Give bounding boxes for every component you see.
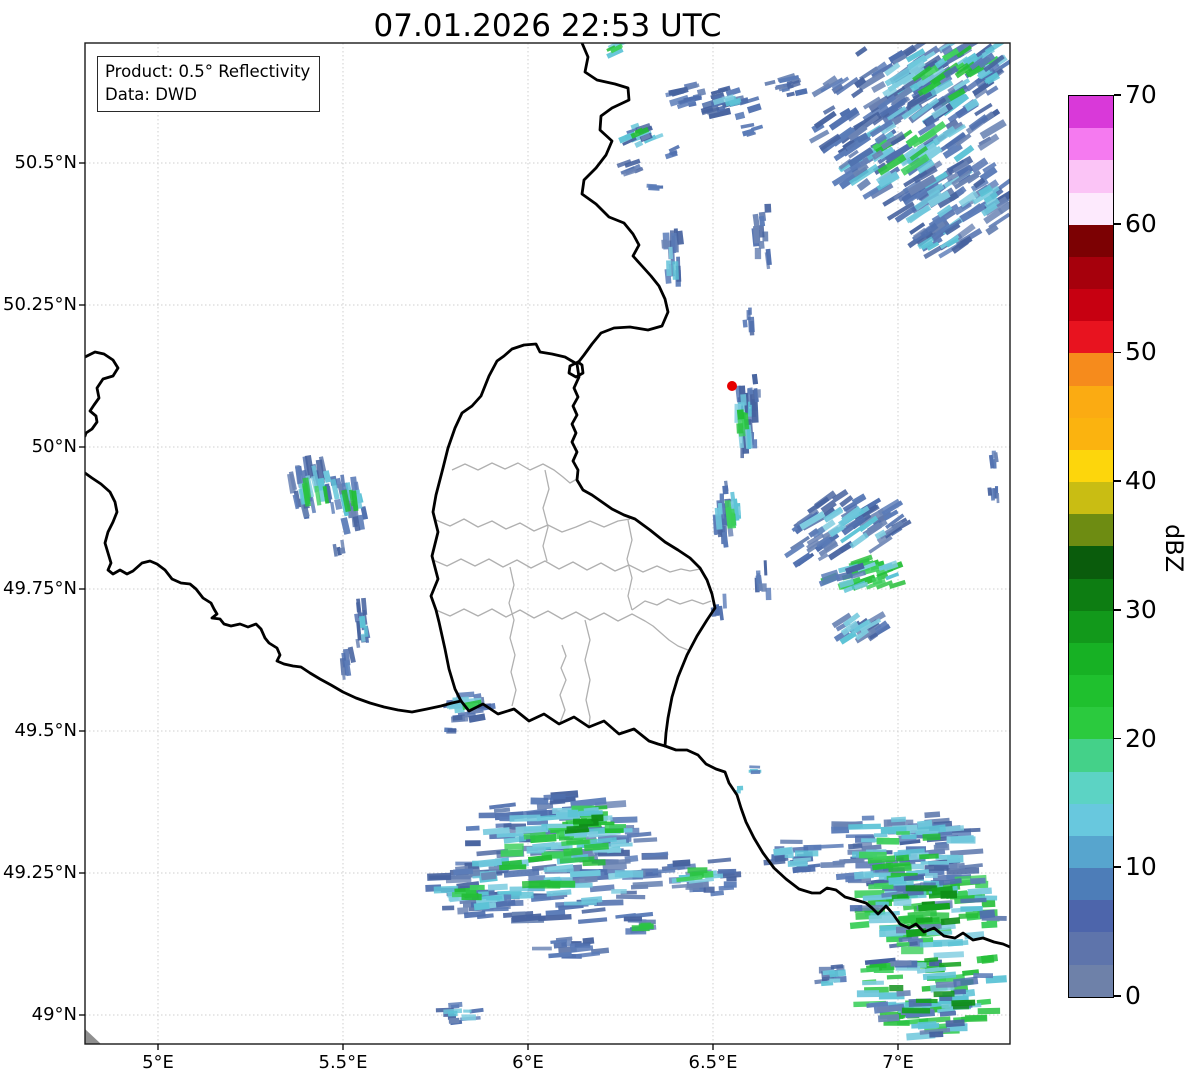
radar-site-marker [727, 381, 737, 391]
colorbar-tick-mark [1114, 480, 1121, 482]
y-tick-label: 49.75°N [3, 578, 77, 599]
colorbar-segment [1069, 224, 1113, 257]
map-canvas [79, 42, 1011, 1050]
y-tick-label: 50°N [31, 436, 77, 457]
colorbar-label: dBZ [1160, 523, 1188, 573]
colorbar-segment [1069, 514, 1113, 547]
colorbar-segment [1069, 482, 1113, 515]
colorbar-segment [1069, 321, 1113, 354]
colorbar-segment [1069, 353, 1113, 386]
colorbar [1068, 95, 1114, 998]
y-tick-label: 49.5°N [14, 720, 77, 741]
y-tick-label: 49.25°N [3, 862, 77, 883]
colorbar-tick-mark [1114, 737, 1121, 740]
colorbar-segment [1069, 417, 1113, 450]
colorbar-tick-label: 30 [1125, 594, 1157, 624]
x-tick-label: 5°E [142, 1052, 174, 1073]
colorbar-tick-mark [1114, 995, 1121, 997]
x-tick-label: 6.5°E [688, 1052, 738, 1073]
product-line: Product: 0.5° Reflectivity [105, 62, 311, 81]
colorbar-segment [1069, 610, 1113, 643]
colorbar-segment [1069, 932, 1113, 965]
radar-figure: 07.01.2026 22:53 UTC Product: 0.5° Refle… [0, 0, 1202, 1081]
colorbar-segment [1069, 707, 1113, 740]
colorbar-segment [1069, 578, 1113, 611]
colorbar-tick-mark [1114, 866, 1121, 869]
colorbar-tick-label: 50 [1125, 337, 1157, 367]
colorbar-tick-label: 40 [1125, 466, 1157, 496]
colorbar-tick-label: 10 [1125, 852, 1157, 882]
colorbar-tick-mark [1114, 609, 1121, 611]
colorbar-segment [1069, 449, 1113, 483]
x-tick-label: 6°E [512, 1052, 544, 1073]
colorbar-tick-mark [1114, 351, 1121, 354]
y-tick-label: 50.5°N [14, 152, 77, 173]
colorbar-segment [1069, 900, 1113, 933]
colorbar-segment [1069, 675, 1113, 708]
colorbar-segment [1069, 546, 1113, 579]
colorbar-tick-mark [1114, 94, 1121, 96]
colorbar-segment [1069, 160, 1113, 193]
colorbar-tick-label: 70 [1125, 80, 1157, 109]
colorbar-gradient [1069, 96, 1113, 997]
colorbar-segment [1069, 96, 1113, 129]
data-source-line: Data: DWD [105, 85, 197, 105]
colorbar-segment [1069, 128, 1113, 161]
x-tick-label: 7°E [882, 1052, 914, 1073]
colorbar-segment [1069, 739, 1113, 772]
canton-borders [432, 462, 712, 727]
colorbar-segment [1069, 289, 1113, 322]
colorbar-segment [1069, 964, 1113, 997]
colorbar-segment [1069, 192, 1113, 225]
y-tick-label: 49°N [31, 1004, 77, 1025]
colorbar-segment [1069, 803, 1113, 836]
colorbar-segment [1069, 256, 1113, 290]
colorbar-segment [1069, 868, 1113, 901]
colorbar-tick-label: 20 [1125, 723, 1157, 753]
colorbar-segment [1069, 385, 1113, 418]
colorbar-segment [1069, 642, 1113, 676]
product-annotation: Product: 0.5° Reflectivity Data: DWD [97, 56, 321, 112]
radar-echoes [287, 43, 1010, 1041]
colorbar-segment [1069, 771, 1113, 804]
y-tick-label: 50.25°N [3, 294, 77, 315]
x-tick-label: 5.5°E [318, 1052, 368, 1073]
colorbar-tick-label: 60 [1125, 208, 1157, 238]
colorbar-tick-label: 0 [1125, 981, 1141, 1010]
domain-edge-triangle [85, 1029, 101, 1044]
colorbar-segment [1069, 835, 1113, 869]
colorbar-tick-mark [1114, 222, 1121, 225]
